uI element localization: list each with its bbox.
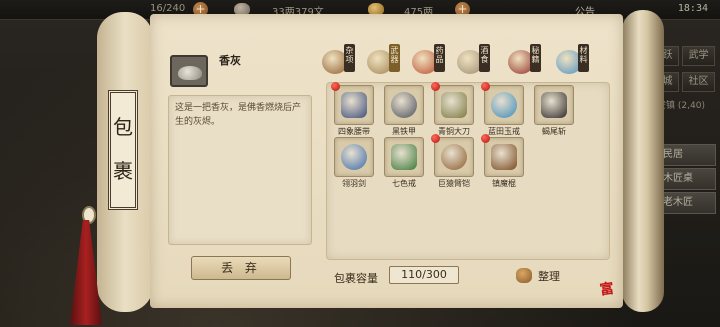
- item-slot[interactable]: [331, 82, 374, 125]
- item-slot[interactable]: [384, 85, 424, 125]
- item-name: 四象腰带: [338, 127, 370, 136]
- new-badge: [481, 134, 490, 143]
- clock: 18:34: [677, 3, 708, 14]
- tab-4[interactable]: 秘籍: [508, 44, 550, 74]
- scorpion-blade-icon: [541, 92, 567, 118]
- tab-label: 武器: [389, 44, 400, 72]
- item-name: 蝎尾斩: [542, 127, 566, 136]
- selected-item-name: 香灰: [219, 54, 241, 67]
- capacity-value: 110/300: [389, 266, 459, 284]
- title-char-1: 包: [113, 115, 133, 139]
- item-slot[interactable]: [431, 134, 474, 177]
- item-slot[interactable]: [431, 82, 474, 125]
- seven-color-ring-icon: [391, 144, 417, 170]
- panel-label: 老木匠: [663, 197, 693, 208]
- item-name: 黑铁甲: [392, 127, 416, 136]
- feather-sword-icon: [341, 144, 367, 170]
- item-name: 七色戒: [392, 179, 416, 188]
- tab-label: 杂项: [344, 44, 355, 72]
- bag-icon: [516, 268, 532, 283]
- tab-2[interactable]: 药品: [412, 44, 454, 74]
- tab-label: 秘籍: [530, 44, 541, 72]
- tab-3[interactable]: 酒食: [457, 44, 499, 74]
- tab-label: 材料: [578, 44, 589, 72]
- seal-stamp: 富: [598, 280, 615, 299]
- page-title: 包 裹: [108, 90, 138, 210]
- menu-button-martial[interactable]: 武学: [682, 46, 715, 66]
- gauntlet-icon: [441, 144, 467, 170]
- sort-button[interactable]: 整理: [516, 266, 566, 286]
- belt-icon: [341, 92, 367, 118]
- item-name: 翎羽剑: [342, 179, 366, 188]
- capacity-label: 包裹容量: [334, 272, 378, 285]
- tab-5[interactable]: 材料: [556, 44, 598, 74]
- item-slot[interactable]: [334, 137, 374, 177]
- broadsword-icon: [441, 92, 467, 118]
- tab-label: 药品: [434, 44, 445, 72]
- armor-icon: [391, 92, 417, 118]
- tab-0[interactable]: 杂项: [322, 44, 364, 74]
- incense-ash-icon: [170, 55, 208, 87]
- panel-label: 民居: [663, 149, 683, 160]
- location-coords: (2,40): [677, 101, 705, 111]
- item-name: 巨猿臂铠: [438, 179, 470, 188]
- item-slot[interactable]: [384, 137, 424, 177]
- item-slot[interactable]: [481, 82, 524, 125]
- staff-icon: [491, 144, 517, 170]
- new-badge: [431, 134, 440, 143]
- menu-button-community[interactable]: 社区: [682, 72, 715, 92]
- title-char-2: 裹: [113, 159, 133, 183]
- item-slot[interactable]: [481, 134, 524, 177]
- jade-ring-icon: [491, 92, 517, 118]
- item-slot[interactable]: [534, 85, 574, 125]
- item-description: 这是一把香灰，是佛香燃烧后产生的灰烬。: [168, 95, 312, 245]
- new-badge: [431, 82, 440, 91]
- stamina-value: 16/240: [150, 3, 186, 14]
- tab-1[interactable]: 武器: [367, 44, 409, 74]
- sort-label: 整理: [538, 270, 560, 283]
- new-badge: [331, 82, 340, 91]
- new-badge: [481, 82, 490, 91]
- item-name: 镇魔棍: [492, 179, 516, 188]
- tab-label: 酒食: [479, 44, 490, 72]
- scroll-rod-right: [622, 10, 664, 312]
- panel-label: 木匠桌: [663, 173, 693, 184]
- discard-button[interactable]: 丢 弃: [191, 256, 291, 280]
